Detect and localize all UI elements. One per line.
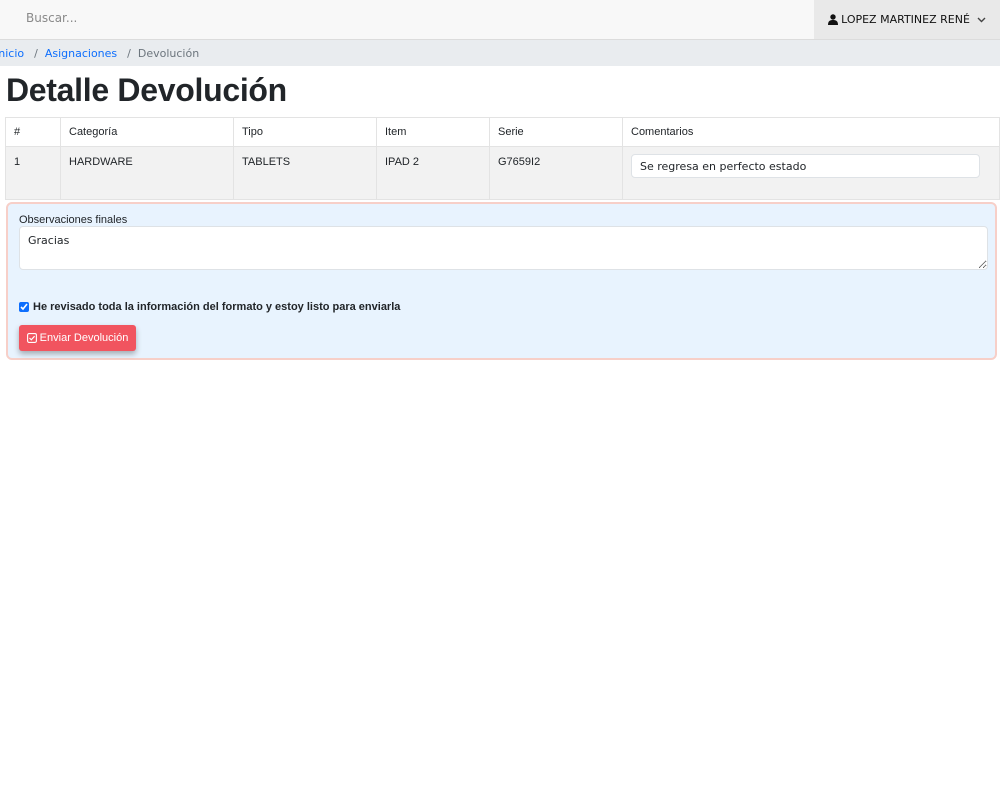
column-header-tipo: Tipo xyxy=(233,117,377,147)
send-devolution-button[interactable]: Enviar Devolución xyxy=(19,325,136,351)
cell-number: 1 xyxy=(5,146,61,200)
search-input[interactable] xyxy=(18,6,534,30)
breadcrumb-link-asignaciones[interactable]: Asignaciones xyxy=(45,47,117,60)
confirm-label[interactable]: He revisado toda la información del form… xyxy=(33,301,400,313)
cell-tipo: TABLETS xyxy=(233,146,377,200)
confirm-checkbox[interactable] xyxy=(19,302,29,312)
observaciones-label: Observaciones finales xyxy=(19,214,128,226)
observaciones-textarea[interactable]: Gracias xyxy=(19,226,988,270)
column-header-number: # xyxy=(5,117,61,147)
breadcrumb: Inicio / Asignaciones / Devolución xyxy=(0,40,1000,66)
devolution-items-table: # Categoría Tipo Item Serie Comentarios … xyxy=(5,117,1000,200)
chevron-down-icon xyxy=(977,17,986,23)
breadcrumb-separator: / xyxy=(127,46,131,60)
send-devolution-label: Enviar Devolución xyxy=(39,332,129,344)
cell-categoria: HARDWARE xyxy=(60,146,234,200)
table-row: 1 HARDWARE TABLETS IPAD 2 G7659I2 xyxy=(5,146,1000,200)
table-header-row: # Categoría Tipo Item Serie Comentarios xyxy=(5,117,1000,147)
cell-comentarios xyxy=(622,146,1000,200)
column-header-categoria: Categoría xyxy=(60,117,234,147)
final-observations-panel: Observaciones finales Gracias He revisad… xyxy=(6,202,997,360)
page-title: Detalle Devolución xyxy=(6,72,287,108)
cell-item: IPAD 2 xyxy=(376,146,490,200)
breadcrumb-separator: / xyxy=(34,46,38,60)
check-square-icon xyxy=(26,333,37,343)
column-header-item: Item xyxy=(376,117,490,147)
user-menu[interactable]: LOPEZ MARTINEZ RENÉ xyxy=(814,0,1000,39)
confirm-row: He revisado toda la información del form… xyxy=(19,301,400,313)
breadcrumb-link-inicio[interactable]: Inicio xyxy=(0,47,24,60)
user-name: LOPEZ MARTINEZ RENÉ xyxy=(841,13,970,26)
cell-serie: G7659I2 xyxy=(489,146,623,200)
column-header-comentarios: Comentarios xyxy=(622,117,1000,147)
user-icon xyxy=(828,14,839,25)
column-header-serie: Serie xyxy=(489,117,623,147)
comment-input[interactable] xyxy=(631,154,980,178)
top-navbar: LOPEZ MARTINEZ RENÉ xyxy=(0,0,1000,40)
breadcrumb-current: Devolución xyxy=(137,46,200,60)
